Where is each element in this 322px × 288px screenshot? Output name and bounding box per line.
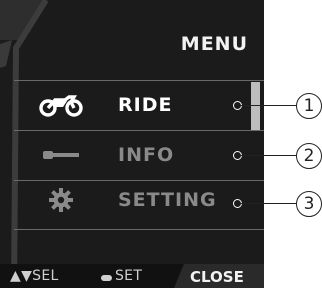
menu-item-ride[interactable]: RIDE xyxy=(14,83,264,127)
menu-item-setting[interactable]: SETTING xyxy=(14,178,264,222)
divider xyxy=(14,130,264,131)
menu-item-label: RIDE xyxy=(118,94,173,116)
motorcycle-icon xyxy=(38,90,84,120)
callout-leader xyxy=(241,203,297,204)
menu-screen: MENU RIDE INFO SETTING ▲▼SEL SET CLOSE xyxy=(0,0,264,288)
callout-leader xyxy=(241,155,297,156)
callout-3: 3 xyxy=(296,191,322,217)
footer-bar: ▲▼SEL SET CLOSE xyxy=(0,264,264,288)
selection-scroll-indicator xyxy=(251,82,260,130)
callout-1: 1 xyxy=(296,93,322,119)
wrench-icon xyxy=(38,140,84,170)
divider xyxy=(14,80,264,81)
page-title: MENU xyxy=(180,33,248,55)
callout-2: 2 xyxy=(296,143,322,169)
gear-icon xyxy=(38,185,84,215)
callout-leader xyxy=(241,105,297,106)
footer-sel-hint: ▲▼SEL xyxy=(10,268,59,284)
menu-item-label: SETTING xyxy=(118,189,217,211)
menu-item-info[interactable]: INFO xyxy=(14,133,264,177)
close-button[interactable]: CLOSE xyxy=(190,268,244,286)
menu-item-label: INFO xyxy=(118,144,175,166)
divider xyxy=(14,229,264,230)
set-button-icon xyxy=(101,275,112,281)
footer-set-hint: SET xyxy=(115,268,143,284)
